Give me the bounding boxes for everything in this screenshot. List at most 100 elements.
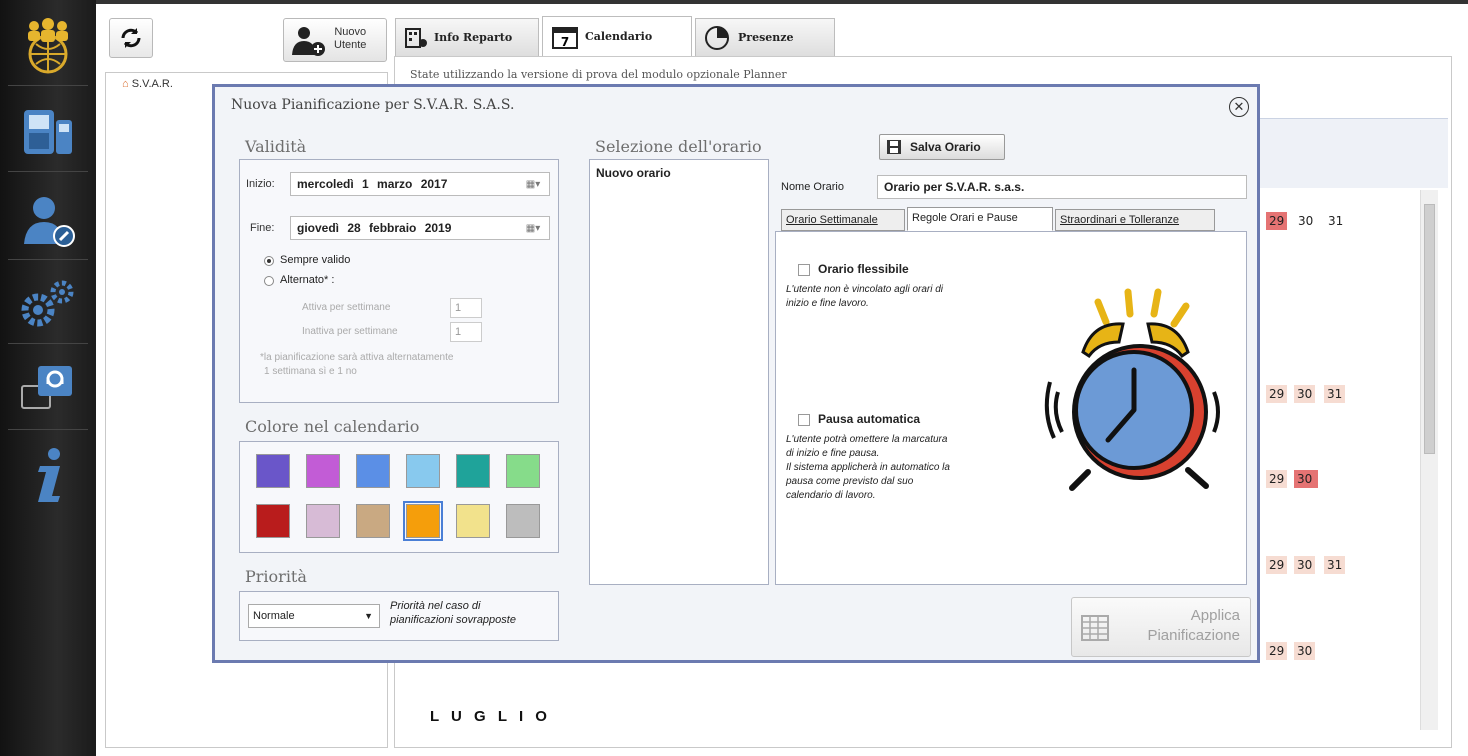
list-item[interactable]: Nuovo orario xyxy=(596,166,671,180)
alternation-note-2: 1 settimana sì e 1 no xyxy=(264,366,357,377)
top-border xyxy=(96,0,1468,4)
home-icon: ⌂ xyxy=(122,78,129,90)
validity-box: Inizio: mercoledì 1 marzo 2017 ▦▾ Fine: … xyxy=(239,159,559,403)
flexible-hours-checkbox[interactable] xyxy=(798,264,810,276)
chevron-down-icon: ▼ xyxy=(364,611,373,621)
calendar-day[interactable]: 30 xyxy=(1294,642,1316,660)
validity-title: Validità xyxy=(245,137,307,156)
auto-pause-desc: L'utente potrà omettere la marcatura xyxy=(786,434,948,445)
auto-pause-desc: calendario di lavoro. xyxy=(786,490,876,501)
tab-info-reparto[interactable]: Info Reparto xyxy=(395,18,539,56)
trial-notice: State utilizzando la versione di prova d… xyxy=(410,68,787,81)
color-swatch[interactable] xyxy=(256,454,290,488)
sidebar xyxy=(0,0,96,756)
planning-dialog: Nuova Pianificazione per S.V.A.R. S.A.S.… xyxy=(212,84,1260,663)
priority-title: Priorità xyxy=(245,567,307,586)
alternation-note: *la pianificazione sarà attiva alternata… xyxy=(260,352,454,363)
calendar-day[interactable]: 30 xyxy=(1294,556,1316,574)
tree-root[interactable]: ⌂ S.V.A.R. xyxy=(122,78,173,90)
calendar-day[interactable]: 29 xyxy=(1266,470,1288,488)
color-swatch[interactable] xyxy=(356,504,390,538)
calendar-day[interactable]: 31 xyxy=(1324,556,1346,574)
auto-pause-desc: di inizio e fine pausa. xyxy=(786,448,880,459)
start-date-field[interactable]: mercoledì 1 marzo 2017 xyxy=(290,172,550,196)
calendar-dropdown-icon[interactable]: ▦▾ xyxy=(518,217,548,239)
scrollbar-thumb[interactable] xyxy=(1424,204,1435,454)
color-swatch[interactable] xyxy=(406,454,440,488)
color-swatch[interactable] xyxy=(306,504,340,538)
terminal-devices-icon[interactable] xyxy=(8,92,88,172)
pie-chart-icon xyxy=(705,25,729,50)
rules-panel: Orario flessibile L'utente non è vincola… xyxy=(775,231,1247,585)
alternated-radio[interactable] xyxy=(264,276,274,286)
color-swatch[interactable] xyxy=(403,501,443,541)
color-swatch[interactable] xyxy=(506,504,540,538)
svg-text:7: 7 xyxy=(561,35,569,49)
color-swatch[interactable] xyxy=(456,504,490,538)
calendar-day[interactable]: 30 xyxy=(1294,470,1318,488)
calendar-dropdown-icon[interactable]: ▦▾ xyxy=(518,173,548,195)
inactive-weeks-stepper[interactable]: 1 xyxy=(450,322,482,342)
flexible-hours-label: Orario flessibile xyxy=(818,262,909,276)
flexible-hours-desc-2: inizio e fine lavoro. xyxy=(786,298,869,309)
tab-calendario[interactable]: 7 Calendario xyxy=(542,16,692,56)
color-swatch[interactable] xyxy=(256,504,290,538)
end-label: Fine: xyxy=(250,222,275,234)
apply-planning-button[interactable]: Applica Pianificazione xyxy=(1071,597,1251,657)
info-icon[interactable] xyxy=(8,434,88,514)
user-key-icon[interactable] xyxy=(8,180,88,260)
settings-gears-icon[interactable] xyxy=(8,264,88,344)
auto-pause-desc: pausa come previsto dal suo xyxy=(786,476,914,487)
always-valid-label: Sempre valido xyxy=(280,254,351,266)
color-title: Colore nel calendario xyxy=(245,417,420,436)
close-icon[interactable]: ✕ xyxy=(1229,97,1249,117)
inactive-weeks-label: Inattiva per settimane xyxy=(302,326,398,337)
auto-pause-desc: Il sistema applicherà in automatico la xyxy=(786,462,950,473)
calendar-day[interactable]: 29 xyxy=(1266,556,1288,574)
refresh-icon xyxy=(121,28,141,48)
calendar-icon: 7 xyxy=(552,26,578,49)
save-icon xyxy=(887,140,901,154)
calendar-day[interactable]: 30 xyxy=(1298,214,1313,228)
priority-box: Normale ▼ Priorità nel caso di pianificaz… xyxy=(239,591,559,641)
add-user-icon xyxy=(292,27,325,56)
color-swatch[interactable] xyxy=(506,454,540,488)
tab-orario-settimanale[interactable]: Orario Settimanale xyxy=(781,209,905,231)
color-swatch[interactable] xyxy=(356,454,390,488)
team-globe-icon[interactable] xyxy=(8,6,88,86)
auto-pause-checkbox[interactable] xyxy=(798,414,810,426)
priority-hint: Priorità nel caso di xyxy=(390,600,481,612)
building-icon xyxy=(405,27,427,48)
calendar-grid-icon xyxy=(1081,615,1109,641)
tab-regole-orari-pause[interactable]: Regole Orari e Pause xyxy=(907,207,1053,231)
priority-hint-2: pianificazioni sovrapposte xyxy=(390,614,516,626)
save-schedule-button[interactable]: Salva Orario xyxy=(879,134,1005,160)
color-swatch[interactable] xyxy=(306,454,340,488)
alarm-clock-illustration xyxy=(1044,288,1220,491)
color-box xyxy=(239,441,559,553)
month-label: L U G L I O xyxy=(430,708,551,725)
calendar-day[interactable]: 31 xyxy=(1324,385,1346,403)
alternated-label: Alternato* : xyxy=(280,274,335,286)
calendar-day[interactable]: 31 xyxy=(1328,214,1343,228)
calendar-day[interactable]: 29 xyxy=(1266,212,1288,230)
calendar-day[interactable]: 29 xyxy=(1266,642,1288,660)
refresh-button[interactable] xyxy=(109,18,153,58)
end-date-field[interactable]: giovedì 28 febbraio 2019 xyxy=(290,216,550,240)
calendar-day[interactable]: 29 xyxy=(1266,385,1288,403)
calendar-scrollbar[interactable] xyxy=(1420,190,1438,730)
support-chat-icon[interactable] xyxy=(8,350,88,430)
flexible-hours-desc: L'utente non è vincolato agli orari di xyxy=(786,284,944,295)
color-swatch[interactable] xyxy=(456,454,490,488)
tab-presenze[interactable]: Presenze xyxy=(695,18,835,56)
calendar-day[interactable]: 30 xyxy=(1294,385,1316,403)
new-user-button[interactable]: Nuovo Utente xyxy=(283,18,387,62)
schedule-name-input[interactable]: Orario per S.V.A.R. s.a.s. xyxy=(877,175,1247,199)
always-valid-radio[interactable] xyxy=(264,256,274,266)
priority-select[interactable]: Normale ▼ xyxy=(248,604,380,628)
active-weeks-label: Attiva per settimane xyxy=(302,302,391,313)
schedule-title: Selezione dell'orario xyxy=(595,137,762,156)
schedule-list: Nuovo orario xyxy=(589,159,769,585)
tab-straordinari-tolleranze[interactable]: Straordinari e Tolleranze xyxy=(1055,209,1215,231)
active-weeks-stepper[interactable]: 1 xyxy=(450,298,482,318)
